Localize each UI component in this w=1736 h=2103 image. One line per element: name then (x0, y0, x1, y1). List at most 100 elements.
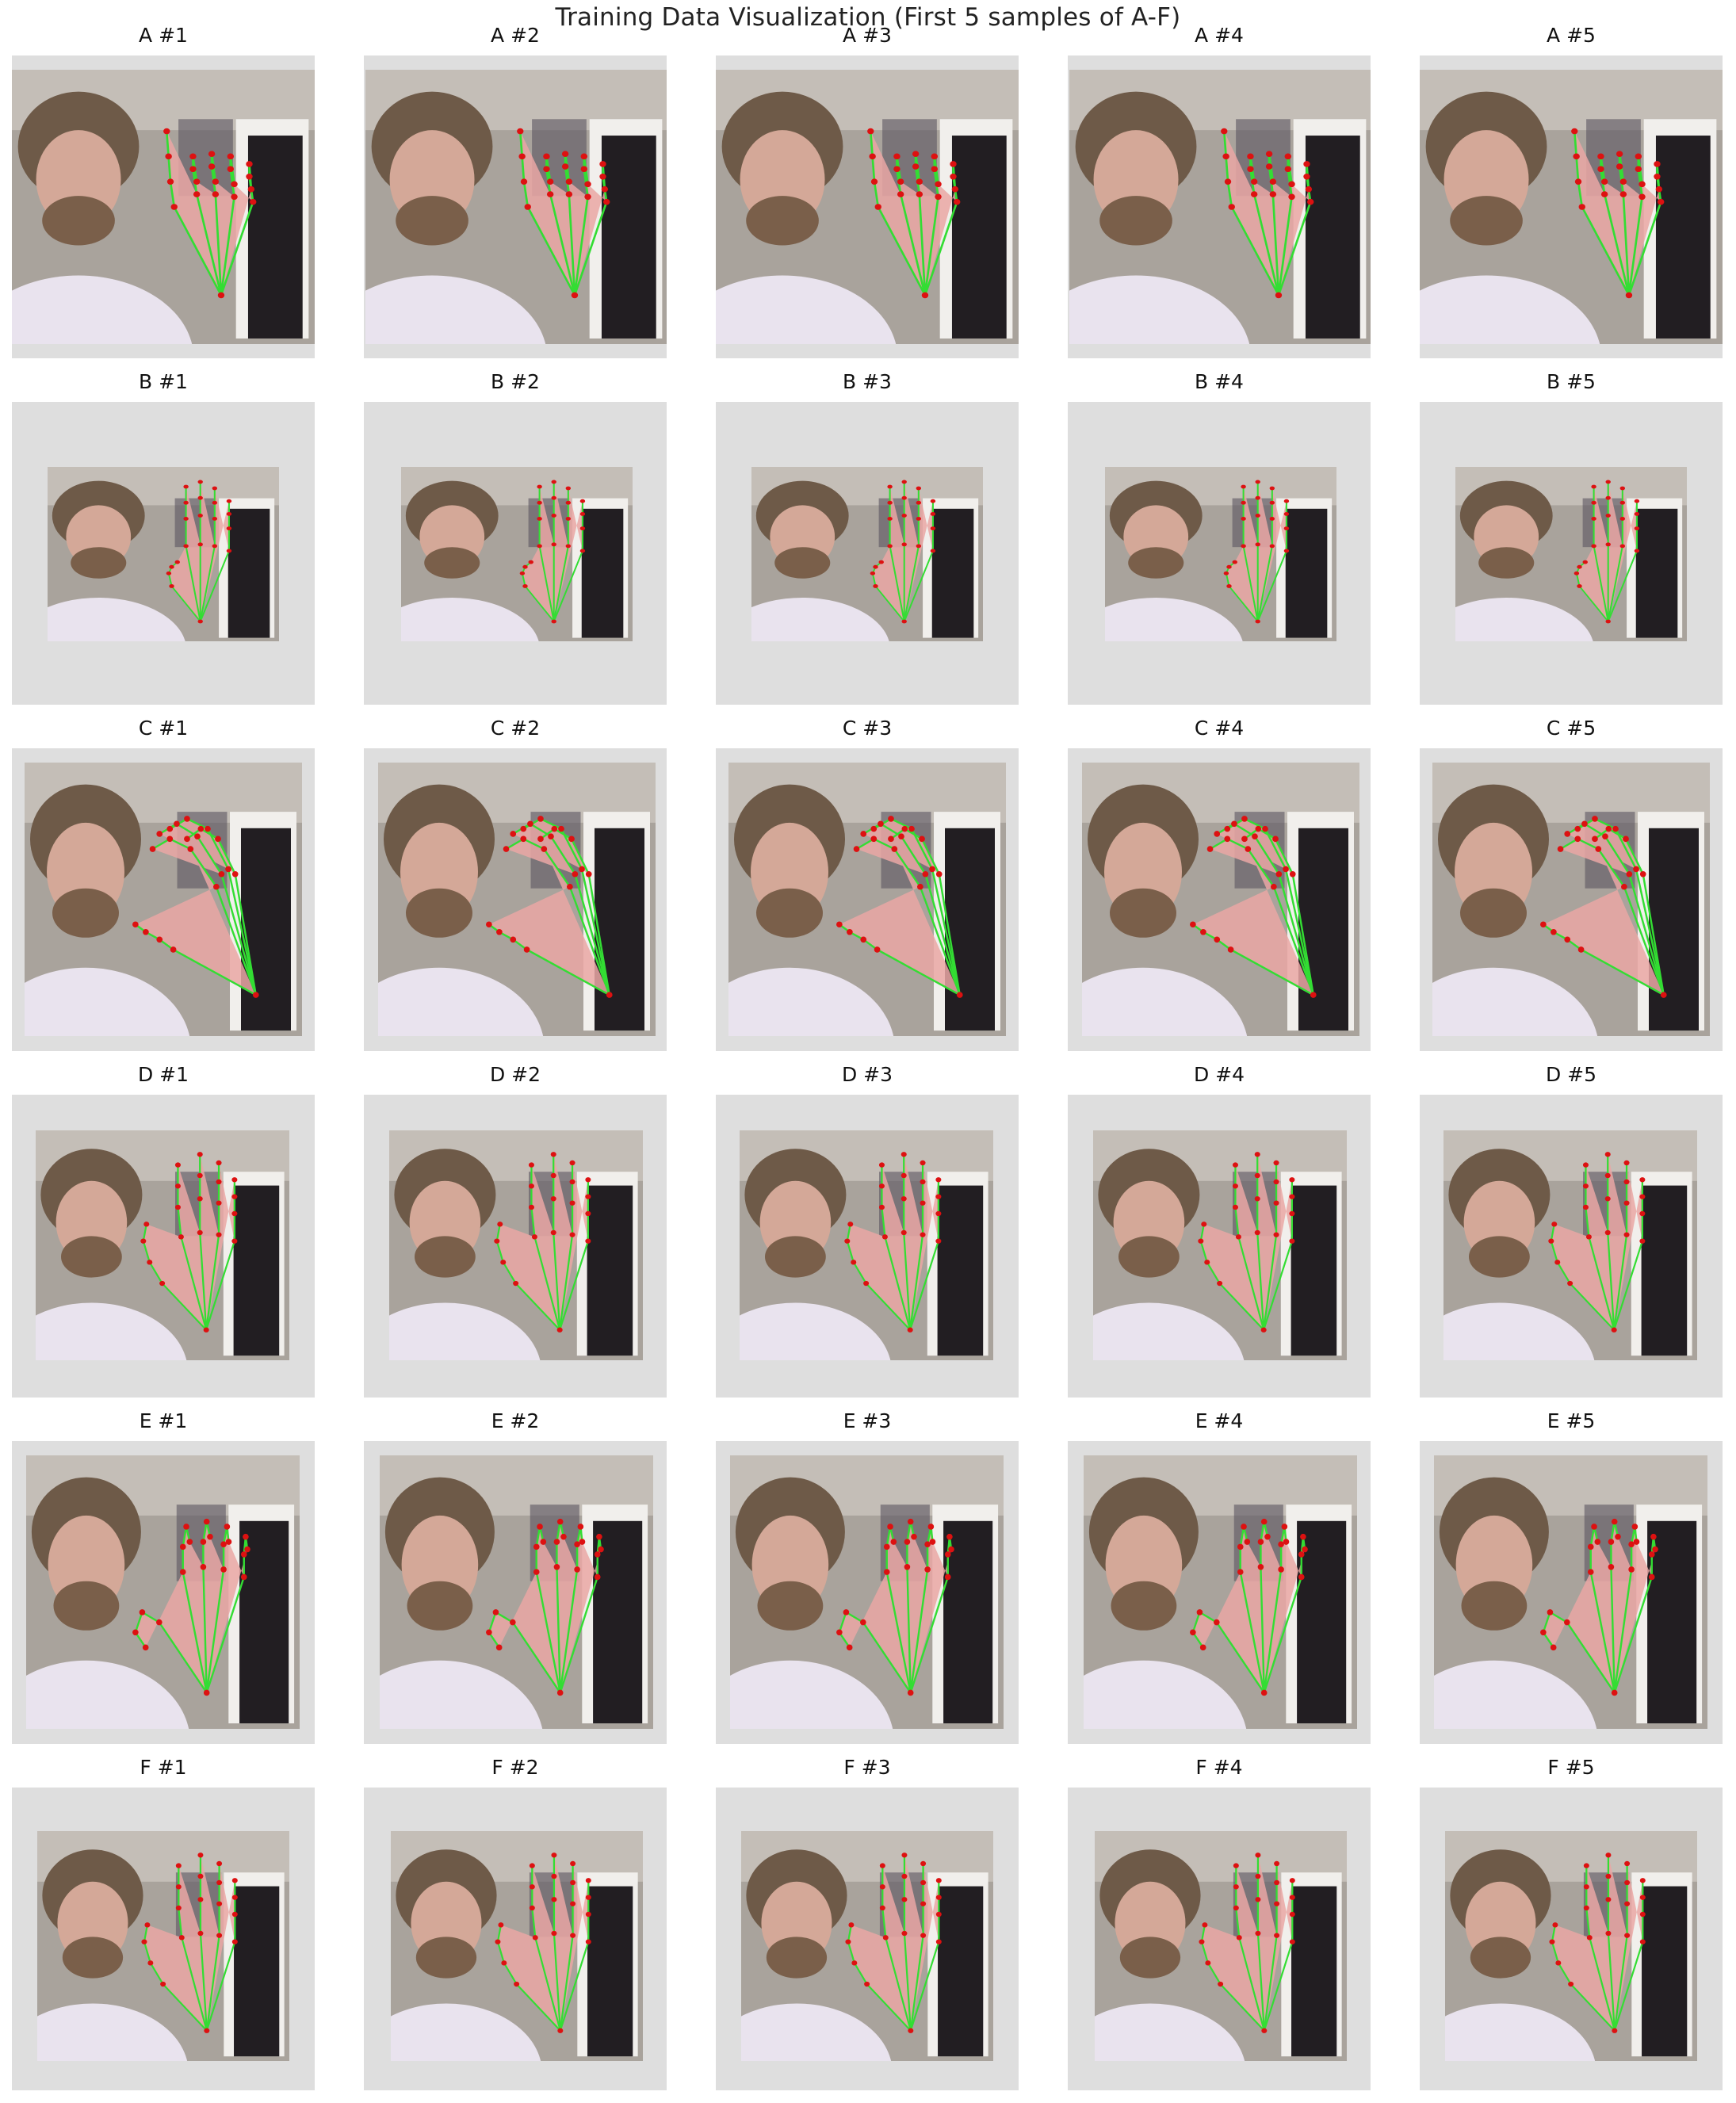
landmark-point (495, 1644, 503, 1651)
landmark-point (1612, 2028, 1618, 2033)
landmark-point (225, 1539, 232, 1545)
landmark-point (570, 1860, 576, 1867)
landmark-point (916, 500, 922, 505)
landmark-point (1283, 549, 1290, 553)
landmark-point (166, 825, 174, 832)
sample-title: F #1 (140, 1756, 187, 1779)
landmark-point (1241, 484, 1246, 489)
landmark-point (1564, 936, 1571, 943)
landmark-point (1214, 831, 1221, 837)
landmark-point (1283, 1539, 1290, 1545)
landmark-point (901, 1873, 908, 1879)
landmark-point (1551, 928, 1557, 935)
landmark-point (1605, 619, 1611, 624)
sample-image-frame (12, 748, 315, 1051)
landmark-point (533, 1543, 540, 1550)
landmark-point (887, 544, 893, 549)
landmark-point (231, 193, 238, 201)
landmark-point (874, 204, 881, 210)
landmark-point (227, 166, 235, 173)
landmark-point (231, 1939, 238, 1944)
landmark-point (551, 619, 556, 624)
landmark-point (197, 514, 203, 518)
landmark-point (231, 1194, 238, 1199)
landmark-point (846, 1644, 853, 1651)
landmark-point (220, 1566, 227, 1573)
sample-title: D #3 (841, 1063, 893, 1086)
landmark-point (1214, 936, 1221, 943)
landmark-point (881, 1234, 888, 1240)
landmark-point (577, 1524, 584, 1530)
landmark-point (901, 495, 907, 500)
landmark-point (920, 1179, 926, 1185)
sample-image-frame (716, 1095, 1019, 1398)
landmark-point (1283, 866, 1289, 873)
landmark-point (537, 517, 542, 521)
landmark-point (887, 517, 893, 521)
landmark-point (887, 484, 893, 489)
landmark-point (1278, 1566, 1284, 1573)
landmark-point (1574, 835, 1581, 843)
landmark-point (225, 866, 231, 873)
sample-image-frame (1068, 1095, 1371, 1398)
landmark-point (197, 1853, 204, 1858)
landmark-point (1634, 499, 1640, 503)
landmark-point (579, 549, 586, 553)
sample-image (37, 1831, 289, 2061)
sample-image (380, 1455, 653, 1729)
landmark-point (497, 1222, 503, 1227)
sample-image-frame (364, 748, 667, 1051)
landmark-point (179, 1543, 186, 1550)
landmark-point (551, 480, 556, 484)
landmark-point (956, 992, 963, 998)
landmark-point (486, 921, 492, 928)
landmark-point (920, 1901, 927, 1906)
sample-image (391, 1831, 643, 2061)
landmark-point (1255, 1897, 1261, 1902)
landmark-point (574, 1541, 580, 1547)
landmark-point (218, 870, 225, 878)
landmark-point (1275, 292, 1283, 299)
hand-landmark-overlay (1095, 1831, 1347, 2061)
landmark-point (203, 1327, 209, 1333)
sample-image-frame (716, 1441, 1019, 1744)
landmark-point (565, 486, 572, 491)
landmark-point (1633, 1539, 1640, 1545)
landmark-point (149, 846, 156, 852)
landmark-point (1298, 1573, 1305, 1581)
landmark-point (216, 1933, 223, 1938)
landmark-point (529, 1905, 535, 1911)
landmark-point (1591, 1524, 1597, 1530)
landmark-point (1198, 1238, 1204, 1244)
landmark-point (890, 1539, 897, 1545)
landmark-point (1289, 1878, 1295, 1883)
landmark-point (156, 936, 163, 943)
landmark-point (183, 484, 189, 489)
landmark-point (897, 178, 904, 185)
landmark-point (1639, 1911, 1646, 1918)
landmark-point (951, 185, 959, 193)
sample-image (401, 467, 633, 641)
landmark-point (1660, 992, 1667, 998)
landmark-point (1214, 1619, 1220, 1626)
landmark-point (1594, 1539, 1601, 1545)
sample-image-frame (1068, 1441, 1371, 1744)
landmark-point (950, 173, 957, 180)
landmark-point (1638, 193, 1646, 201)
landmark-point (1283, 526, 1290, 531)
landmark-point (1623, 1200, 1630, 1206)
sample-image (1084, 1455, 1357, 1729)
landmark-point (860, 1619, 866, 1626)
landmark-point (174, 820, 180, 828)
landmark-point (946, 1533, 953, 1540)
landmark-point (904, 1563, 911, 1570)
hand-landmark-overlay (1434, 1455, 1707, 1729)
landmark-point (1564, 1619, 1570, 1626)
landmark-point (907, 1327, 913, 1333)
landmark-point (585, 1911, 591, 1918)
landmark-point (1289, 1939, 1295, 1944)
landmark-point (175, 1884, 182, 1890)
landmark-point (579, 866, 585, 873)
landmark-point (197, 1873, 204, 1879)
landmark-point (1269, 500, 1275, 505)
